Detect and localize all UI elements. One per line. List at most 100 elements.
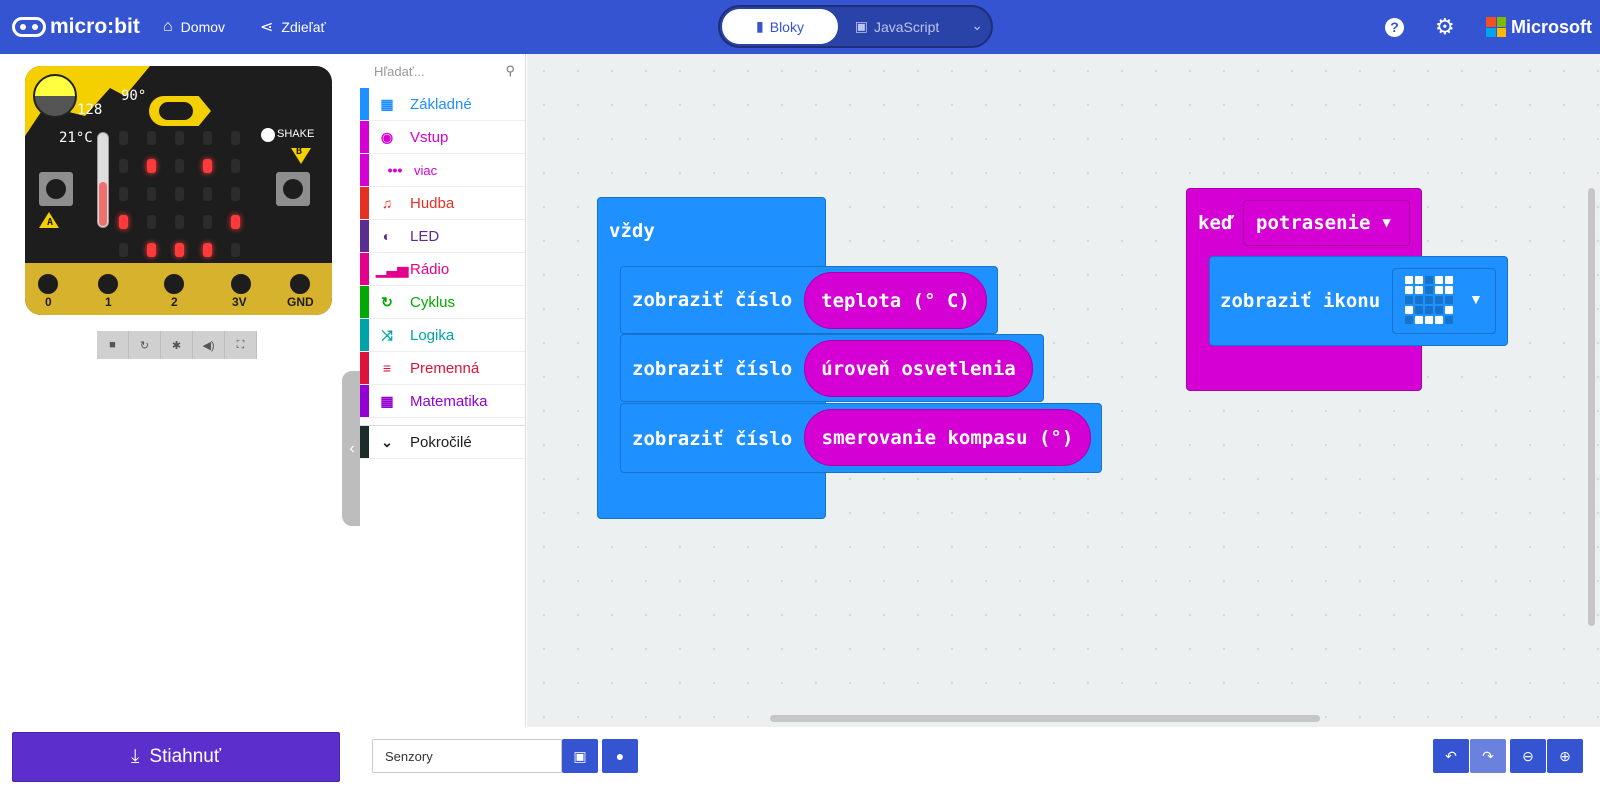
category-led[interactable]: ◐ LED [360, 220, 525, 253]
pin-2[interactable] [161, 271, 187, 297]
category-radio[interactable]: ▁▃▅ Rádio [360, 253, 525, 286]
chevron-down-icon[interactable]: ⌄ [971, 17, 983, 34]
github-icon: ● [615, 748, 625, 764]
minus-icon: ⊖ [1522, 747, 1534, 764]
reporter-label: úroveň osvetlenia [821, 357, 1016, 380]
microbit-logo[interactable]: micro:bit [0, 0, 148, 54]
show-number-label: zobraziť číslo [632, 358, 793, 380]
pin-gnd[interactable] [287, 271, 313, 297]
light-level-value: 128 [77, 102, 103, 118]
zoom-in-button[interactable]: ⊕ [1547, 739, 1583, 773]
icon-pixel [1435, 286, 1443, 294]
help-icon[interactable]: ? [1385, 0, 1404, 54]
category-input-more[interactable]: ••• viac [360, 154, 525, 187]
pin-0[interactable] [35, 271, 61, 297]
stop-icon[interactable]: ■ [97, 331, 129, 359]
zoom-out-button[interactable]: ⊖ [1510, 739, 1546, 773]
github-button[interactable]: ● [602, 739, 638, 773]
save-icon: ▣ [573, 747, 587, 764]
search-input[interactable]: Hľadať... [374, 64, 425, 79]
led-pixel [175, 215, 184, 229]
shake-button[interactable] [261, 128, 275, 142]
led-pixel [231, 243, 240, 257]
search-icon[interactable]: ⚲ [505, 63, 515, 79]
pin-3v[interactable] [228, 271, 254, 297]
redo-button[interactable]: ↷ [1470, 739, 1506, 773]
edge-connector: 0 1 2 3V GND [25, 263, 332, 315]
compass-icon[interactable] [149, 96, 211, 126]
category-basic[interactable]: ▦ Základné [360, 88, 525, 121]
category-label: Cyklus [410, 293, 456, 311]
led-pixel [119, 159, 128, 173]
share-button[interactable]: ⋖ Zdieľať [260, 0, 326, 54]
shake-label: SHAKE [277, 128, 315, 140]
temperature-slider[interactable] [97, 132, 109, 228]
category-label: Základné [410, 95, 472, 113]
temperature-reporter[interactable]: teplota (° C) [804, 272, 987, 329]
horizontal-scrollbar[interactable] [770, 715, 1320, 722]
project-name-input[interactable]: Senzory [372, 739, 562, 773]
led-pixel [175, 187, 184, 201]
icon-pixel [1415, 296, 1423, 304]
led-pixel [231, 131, 240, 145]
home-button[interactable]: ⌂ Domov [163, 0, 225, 54]
category-music[interactable]: ♫ Hudba [360, 187, 525, 220]
restart-icon[interactable]: ↻ [129, 331, 161, 359]
collapse-simulator-button[interactable]: ‹ [342, 371, 362, 526]
compass-heading-reporter[interactable]: smerovanie kompasu (°) [804, 409, 1091, 466]
plus-icon: ⊕ [1559, 747, 1571, 764]
icon-pixel [1445, 276, 1453, 284]
toolbox-search[interactable]: Hľadať... ⚲ [360, 54, 525, 88]
gesture-dropdown[interactable]: potrasenie ▼ [1243, 200, 1410, 246]
icon-pixel [1435, 276, 1443, 284]
category-logic[interactable]: ⤨ Logika [360, 319, 525, 352]
icon-pixel [1445, 286, 1453, 294]
vertical-scrollbar[interactable] [1588, 188, 1595, 626]
led-pixel [147, 215, 156, 229]
category-variables[interactable]: ≡ Premenná [360, 352, 525, 385]
category-label: LED [410, 227, 440, 245]
led-pixel [147, 131, 156, 145]
button-a[interactable] [39, 172, 73, 206]
pin-label: 3V [232, 295, 247, 309]
icon-pixel [1445, 306, 1453, 314]
download-button[interactable]: ⤓ Stiahnuť [12, 732, 340, 782]
blocks-tab[interactable]: ▮ Bloky [722, 9, 838, 44]
microsoft-logo[interactable]: Microsoft [1486, 0, 1592, 54]
more-icon: ••• [387, 162, 403, 178]
toggle-icon: ◐ [382, 228, 392, 244]
category-input[interactable]: ◉ Vstup [360, 121, 525, 154]
category-label: Hudba [410, 194, 455, 212]
pin-1[interactable] [95, 271, 121, 297]
mute-icon[interactable]: ◀) [193, 331, 225, 359]
category-advanced[interactable]: ⌄ Pokročilé [360, 426, 525, 459]
icon-pixel [1415, 306, 1423, 314]
save-button[interactable]: ▣ [562, 739, 598, 773]
forever-label: vždy [609, 220, 655, 242]
javascript-label: JavaScript [873, 18, 940, 35]
gear-icon[interactable]: ⚙ [1435, 0, 1455, 54]
list-icon: ≡ [382, 360, 392, 376]
bottom-bar: ⤓ Stiahnuť Senzory ▣ ● ↶ ↷ ⊖ ⊕ [0, 727, 1600, 788]
fullscreen-icon[interactable]: ⛶ [225, 331, 257, 359]
category-label: Premenná [410, 359, 480, 377]
category-loops[interactable]: ↻ Cyklus [360, 286, 525, 319]
led-pixel [119, 243, 128, 257]
button-b[interactable] [276, 172, 310, 206]
pin-label: 1 [105, 295, 112, 309]
home-icon: ⌂ [163, 18, 173, 35]
debug-icon[interactable]: ✱ [161, 331, 193, 359]
light-level-reporter[interactable]: úroveň osvetlenia [804, 340, 1033, 397]
microsoft-label: Microsoft [1511, 16, 1592, 37]
icon-pixel [1415, 316, 1423, 324]
undo-button[interactable]: ↶ [1433, 739, 1469, 773]
led-pixel [119, 131, 128, 145]
javascript-tab[interactable]: ▣ JavaScript [842, 9, 952, 44]
icon-pixel [1405, 276, 1413, 284]
category-math[interactable]: ▦ Matematika [360, 385, 525, 418]
light-level-knob[interactable] [33, 74, 77, 118]
icon-dropdown[interactable]: ▼ [1392, 268, 1496, 334]
microbit-board[interactable]: 128 90° 21°C SHAKE A B 0 1 2 3V GND [25, 66, 332, 315]
js-icon: ▣ [854, 18, 868, 34]
download-label: Stiahnuť [149, 746, 221, 767]
